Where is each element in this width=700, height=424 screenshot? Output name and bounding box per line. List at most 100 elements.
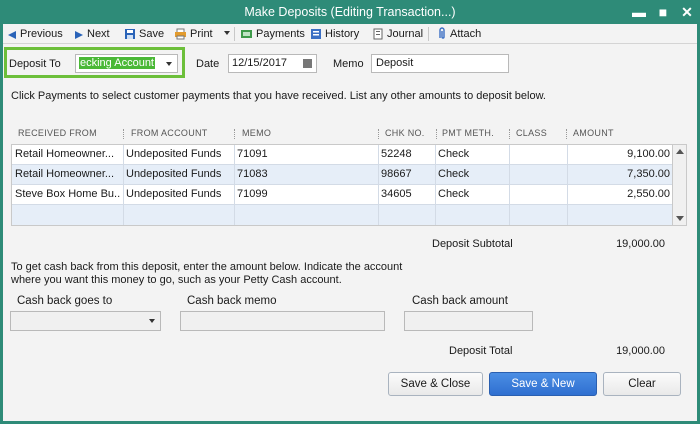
toolbar-divider — [428, 27, 429, 41]
deposit-to-label: Deposit To — [9, 58, 61, 70]
deposit-subtotal-label: Deposit Subtotal — [432, 238, 513, 250]
table-row[interactable]: Retail Homeowner... Undeposited Funds 71… — [12, 165, 672, 185]
column-header-pmt-meth: PMT METH. — [442, 128, 495, 138]
chk-no-cell[interactable]: 52248 — [381, 148, 412, 160]
chk-no-cell[interactable]: 98667 — [381, 168, 412, 180]
save-label: Save — [139, 28, 165, 40]
column-divider — [436, 129, 437, 139]
memo-cell[interactable]: 71099 — [237, 188, 268, 200]
payments-icon — [240, 28, 253, 45]
chevron-down-icon — [149, 319, 155, 323]
close-button[interactable]: ✕ — [678, 3, 696, 21]
pmt-meth-cell[interactable]: Check — [438, 148, 469, 160]
previous-label: Previous — [20, 28, 63, 40]
print-dropdown-icon[interactable] — [223, 31, 230, 35]
pmt-meth-cell[interactable]: Check — [438, 168, 469, 180]
print-button[interactable]: Print — [174, 26, 230, 42]
deposit-to-dropdown[interactable]: ecking Account — [75, 54, 178, 73]
maximize-button[interactable]: ■ — [654, 3, 672, 21]
column-header-class: CLASS — [516, 128, 548, 138]
pmt-meth-cell[interactable]: Check — [438, 188, 469, 200]
column-divider — [566, 129, 567, 139]
column-divider — [234, 145, 235, 225]
deposit-to-value: ecking Account — [79, 57, 155, 69]
column-divider — [123, 129, 124, 139]
received-from-cell[interactable]: Retail Homeowner... — [15, 148, 121, 160]
paperclip-icon — [437, 27, 447, 45]
column-header-received-from: RECEIVED FROM — [18, 128, 97, 138]
save-close-button[interactable]: Save & Close — [388, 372, 483, 396]
toolbar: Previous Next Save Print Payments Histor… — [3, 24, 697, 44]
date-label: Date — [196, 58, 220, 70]
deposit-total-value: 19,000.00 — [616, 345, 665, 357]
deposit-subtotal-value: 19,000.00 — [616, 238, 665, 250]
table-body: Retail Homeowner... Undeposited Funds 71… — [11, 144, 673, 226]
memo-value: Deposit — [376, 57, 414, 69]
attach-button[interactable]: Attach — [437, 26, 481, 42]
journal-button[interactable]: Journal — [372, 26, 423, 42]
amount-cell[interactable]: 9,100.00 — [574, 148, 670, 160]
print-label: Print — [190, 28, 213, 40]
cashback-memo-field[interactable] — [180, 311, 385, 331]
column-divider — [378, 145, 379, 225]
clear-button[interactable]: Clear — [603, 372, 681, 396]
next-label: Next — [87, 28, 110, 40]
cashback-amount-field[interactable] — [404, 311, 533, 331]
column-divider — [567, 145, 568, 225]
toolbar-divider — [234, 27, 235, 41]
cashback-amount-label: Cash back amount — [412, 295, 508, 307]
payments-button[interactable]: Payments — [240, 26, 305, 42]
column-divider — [234, 129, 235, 139]
calendar-icon[interactable] — [303, 59, 312, 68]
received-from-cell[interactable]: Retail Homeowner... — [15, 168, 121, 180]
date-value: 12/15/2017 — [232, 57, 288, 69]
table-row-empty[interactable] — [12, 205, 672, 225]
column-divider — [435, 145, 436, 225]
column-divider — [509, 129, 510, 139]
column-header-amount: AMOUNT — [573, 128, 614, 138]
memo-label: Memo — [333, 58, 364, 70]
amount-cell[interactable]: 2,550.00 — [574, 188, 670, 200]
table-row[interactable]: Retail Homeowner... Undeposited Funds 71… — [12, 145, 672, 165]
cashback-instructions-line2: where you want this money to go, such as… — [11, 274, 342, 286]
table-row[interactable]: Steve Box Home Bu... Undeposited Funds 7… — [12, 185, 672, 205]
memo-cell[interactable]: 71091 — [237, 148, 268, 160]
scroll-up-icon[interactable] — [676, 149, 684, 154]
arrow-left-icon — [7, 29, 17, 45]
save-new-button[interactable]: Save & New — [489, 372, 597, 396]
save-button[interactable]: Save — [124, 26, 164, 42]
instructions-text: Click Payments to select customer paymen… — [11, 90, 546, 102]
from-account-cell[interactable]: Undeposited Funds — [126, 168, 232, 180]
chk-no-cell[interactable]: 34605 — [381, 188, 412, 200]
chevron-down-icon — [166, 62, 172, 66]
journal-label: Journal — [387, 28, 424, 40]
history-button[interactable]: History — [310, 26, 359, 42]
cashback-goes-to-dropdown[interactable] — [10, 311, 161, 331]
memo-field[interactable]: Deposit — [371, 54, 509, 73]
history-icon — [310, 28, 322, 45]
payments-label: Payments — [256, 28, 305, 40]
cashback-memo-label: Cash back memo — [187, 295, 277, 307]
column-divider — [123, 145, 124, 225]
next-button[interactable]: Next — [74, 26, 110, 42]
scroll-down-icon[interactable] — [676, 216, 684, 221]
received-from-cell[interactable]: Steve Box Home Bu... — [15, 188, 121, 200]
previous-button[interactable]: Previous — [7, 26, 63, 42]
column-divider — [378, 129, 379, 139]
from-account-cell[interactable]: Undeposited Funds — [126, 148, 232, 160]
from-account-cell[interactable]: Undeposited Funds — [126, 188, 232, 200]
table-header: RECEIVED FROM FROM ACCOUNT MEMO CHK NO. … — [11, 125, 687, 143]
column-header-memo: MEMO — [242, 128, 272, 138]
printer-icon — [174, 28, 187, 45]
cashback-goes-to-label: Cash back goes to — [17, 295, 113, 307]
date-field[interactable]: 12/15/2017 — [228, 54, 317, 73]
table-scrollbar[interactable] — [673, 144, 687, 226]
attach-label: Attach — [450, 28, 482, 40]
arrow-right-icon — [74, 29, 84, 45]
minimize-button[interactable]: ▬ — [630, 3, 648, 21]
memo-cell[interactable]: 71083 — [237, 168, 268, 180]
make-deposits-window: Make Deposits (Editing Transaction...) ▬… — [0, 0, 700, 424]
amount-cell[interactable]: 7,350.00 — [574, 168, 670, 180]
column-header-chk-no: CHK NO. — [385, 128, 425, 138]
history-label: History — [325, 28, 360, 40]
